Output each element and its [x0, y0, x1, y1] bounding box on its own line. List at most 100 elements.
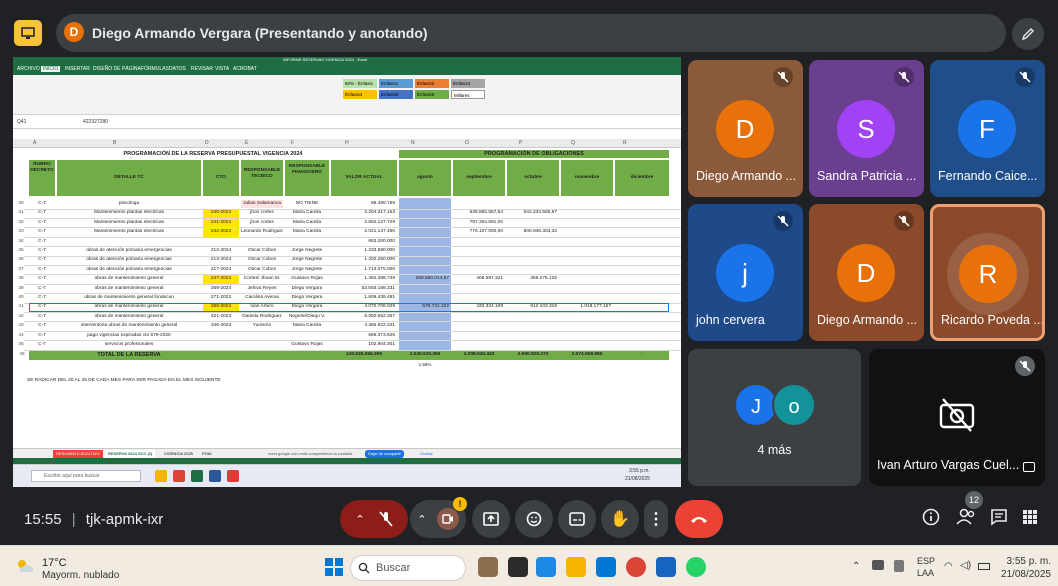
cell-cto[interactable]: 247-2024: [203, 275, 239, 284]
cell-valor[interactable]: 2.204.317.153: [331, 209, 397, 217]
windows-start-icon[interactable]: [325, 558, 343, 581]
column-header[interactable]: R: [623, 140, 627, 146]
cell-valor[interactable]: 1.202.250.000: [331, 256, 397, 264]
cell-resp-tec[interactable]: Leonardo Rodriguez: [241, 228, 283, 236]
cell-style[interactable]: Énfasis4: [343, 90, 377, 99]
captions-button[interactable]: [558, 500, 596, 538]
app-icon[interactable]: [155, 470, 167, 482]
battery-icon[interactable]: [978, 563, 990, 570]
cell-style[interactable]: Énfasis1: [379, 79, 413, 88]
cell-cto[interactable]: 242-2024: [203, 228, 239, 237]
cell-rubro[interactable]: C-7: [29, 200, 55, 208]
leave-call-button[interactable]: [675, 500, 723, 538]
participant-tile[interactable]: S Sandra Patricia ...: [809, 60, 924, 197]
column-header[interactable]: A: [33, 140, 36, 146]
row-number[interactable]: 44: [15, 332, 27, 340]
cell-rubro[interactable]: C-7: [29, 238, 55, 246]
cell-cto[interactable]: 240-2024: [203, 209, 239, 218]
pip-icon[interactable]: [1023, 462, 1035, 472]
cell-detalle[interactable]: Mantenimiento plantas electricas: [57, 209, 201, 217]
formula-bar[interactable]: Q41 422327280: [13, 117, 681, 129]
keyboard-layout[interactable]: LAA: [917, 568, 934, 578]
column-header[interactable]: H: [345, 140, 349, 146]
row-number[interactable]: 36: [15, 256, 27, 264]
row-number[interactable]: 41: [15, 303, 27, 311]
cell-style[interactable]: 60% - Énfasis: [343, 79, 377, 88]
row-number[interactable]: 30: [15, 200, 27, 208]
chrome-icon[interactable]: [626, 557, 646, 577]
column-header[interactable]: D: [205, 140, 209, 146]
ribbon-tab[interactable]: VISTA: [215, 66, 229, 72]
cell-valor[interactable]: 53.593.188.331: [331, 285, 397, 293]
ribbon-tab[interactable]: DISEÑO DE PÁGINA: [93, 66, 141, 72]
cell-rubro[interactable]: C-7: [29, 322, 55, 330]
cell-style[interactable]: Millares: [451, 90, 485, 99]
cell-rubro[interactable]: C-7: [29, 219, 55, 227]
ribbon-tab[interactable]: INICIO: [41, 66, 61, 72]
cell-cto[interactable]: 213-2024: [203, 256, 239, 264]
cell-detalle[interactable]: obras de mantenimiento general fondecun: [57, 294, 201, 302]
cell-rubro[interactable]: C-7: [29, 313, 55, 321]
cell-cto[interactable]: 259-2024: [203, 285, 239, 293]
usb-icon[interactable]: [894, 560, 904, 572]
cell-octubre[interactable]: 600.948.303,32: [507, 228, 559, 236]
cell-resp-fin[interactable]: Diego Vergara: [285, 294, 329, 302]
cell-style[interactable]: Énfasis5: [379, 90, 413, 99]
more-participants-tile[interactable]: J o 4 más: [688, 349, 861, 486]
cell-octubre[interactable]: 642.233.565,97: [507, 209, 559, 217]
row-number[interactable]: 40: [15, 294, 27, 302]
cell-resp-tec[interactable]: Daniela Rodriguez: [241, 313, 283, 321]
sheet-tab[interactable]: RESERVA 2024 SCC (2): [105, 450, 156, 458]
file-explorer-icon[interactable]: [566, 557, 586, 577]
app-icon[interactable]: [536, 557, 556, 577]
language-indicator[interactable]: ESP: [917, 556, 935, 566]
app-icon[interactable]: [478, 557, 498, 577]
cell-rubro[interactable]: C-7: [29, 256, 55, 264]
cell-cto[interactable]: 241-2024: [203, 218, 239, 228]
cell-rubro[interactable]: C-7: [29, 247, 55, 255]
app-icon[interactable]: [227, 470, 239, 482]
chevron-up-icon[interactable]: ⌃: [417, 513, 426, 526]
cell-resp-fin[interactable]: Maria Camila: [285, 228, 329, 236]
row-number[interactable]: 37: [15, 266, 27, 274]
cell-valor[interactable]: 2.662.127.729: [331, 219, 397, 227]
column-header[interactable]: E: [245, 140, 248, 146]
row-number[interactable]: 34: [15, 238, 27, 246]
cell-valor[interactable]: 102.804.301: [331, 341, 397, 349]
more-options-button[interactable]: ⋮: [644, 500, 668, 538]
column-header[interactable]: P: [519, 140, 522, 146]
cell-valor[interactable]: 1.713.075.000: [331, 266, 397, 274]
word-app-icon[interactable]: [209, 470, 221, 482]
column-header[interactable]: O: [465, 140, 469, 146]
cell-valor[interactable]: 569.373.825: [331, 332, 397, 340]
cell-valor[interactable]: 1.482.386.749: [331, 275, 397, 283]
cell-octubre[interactable]: 359.275.126: [507, 275, 559, 283]
cell-detalle[interactable]: obras de atención primaria emergencias: [57, 247, 201, 255]
name-box[interactable]: Q41: [17, 119, 26, 125]
cell-resp-fin[interactable]: NO TIENE: [285, 200, 329, 208]
cell-valor[interactable]: 2.021.147.450: [331, 228, 397, 236]
cell-resp-fin[interactable]: Negrete/Diego V.: [285, 313, 329, 321]
ribbon-tab[interactable]: REVISAR: [191, 66, 213, 72]
cell-rubro[interactable]: C-7: [29, 341, 55, 349]
stop-sharing-button[interactable]: Dejar de compartir: [365, 450, 404, 458]
participant-tile[interactable]: D Diego Armando ...: [688, 60, 803, 197]
self-view-tile[interactable]: Ivan Arturo Vargas Cuel...: [869, 349, 1045, 486]
volume-icon[interactable]: ◁): [960, 560, 971, 571]
wifi-icon[interactable]: ◠: [944, 561, 953, 572]
cell-resp-fin[interactable]: Gustavo Rojas: [285, 341, 329, 349]
inner-search-box[interactable]: Escribe aquí para buscar: [31, 470, 141, 482]
row-number[interactable]: 35: [15, 247, 27, 255]
cell-cto[interactable]: 321-2023: [203, 313, 239, 321]
cell-detalle[interactable]: Mantenimiento plantas electricas: [57, 219, 201, 227]
activities-icon[interactable]: [1022, 509, 1038, 530]
row-number[interactable]: 39: [15, 285, 27, 293]
participant-tile-speaking[interactable]: R Ricardo Poveda ...: [930, 204, 1045, 341]
cell-cto[interactable]: 217-2024: [203, 266, 239, 274]
cell-detalle[interactable]: servicios profesionales: [57, 341, 201, 349]
cell-resp-tec[interactable]: jhon cortes: [241, 219, 283, 227]
cell-septiembre[interactable]: 406.597.321: [453, 275, 505, 283]
ribbon-tab[interactable]: ACROBAT: [233, 66, 257, 72]
cell-cto[interactable]: 271-2022: [203, 294, 239, 302]
cell-resp-tec[interactable]: Oscar Cobos: [241, 247, 283, 255]
